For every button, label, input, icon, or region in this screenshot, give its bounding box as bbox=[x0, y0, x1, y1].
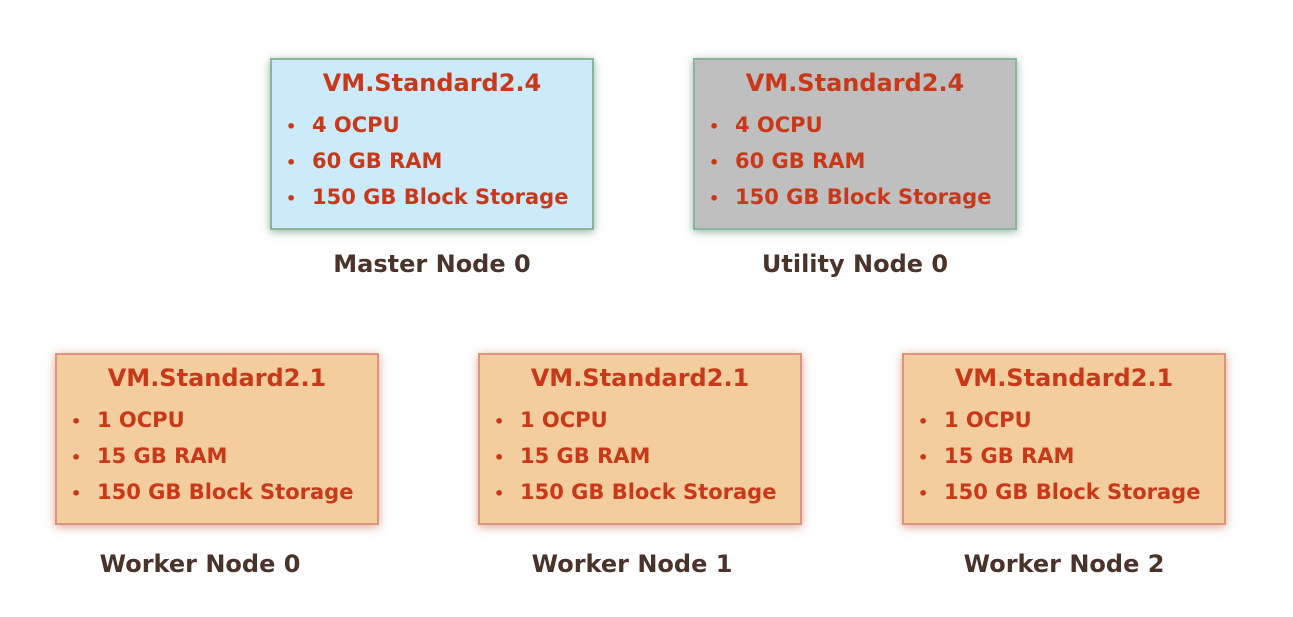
bullet-icon: • bbox=[71, 484, 82, 503]
bullet-icon: • bbox=[918, 412, 929, 431]
spec-ram: • 15 GB RAM bbox=[918, 439, 1200, 475]
vm-shape-title: VM.Standard2.1 bbox=[954, 364, 1174, 392]
spec-ram: • 60 GB RAM bbox=[709, 144, 991, 180]
bullet-icon: • bbox=[709, 117, 720, 136]
spec-list: • 1 OCPU • 15 GB RAM • 150 GB Block Storage bbox=[71, 403, 353, 511]
vm-shape-title: VM.Standard2.4 bbox=[745, 69, 965, 97]
utility-node-0-box: VM.Standard2.4 • 4 OCPU • 60 GB RAM • 150 G… bbox=[693, 58, 1017, 230]
spec-ocpu: • 1 OCPU bbox=[918, 403, 1200, 439]
bullet-icon: • bbox=[709, 189, 720, 208]
spec-list: • 4 OCPU • 60 GB RAM • 150 GB Block Storage bbox=[709, 108, 991, 216]
utility-node-0-label: Utility Node 0 bbox=[761, 250, 949, 278]
spec-ocpu: • 1 OCPU bbox=[71, 403, 353, 439]
bullet-icon: • bbox=[286, 189, 297, 208]
worker-node-2-box: VM.Standard2.1 • 1 OCPU • 15 GB RAM • 150 G… bbox=[902, 353, 1226, 525]
master-node-0-label: Master Node 0 bbox=[333, 250, 531, 278]
worker-node-1-box: VM.Standard2.1 • 1 OCPU • 15 GB RAM • 150 G… bbox=[478, 353, 802, 525]
vm-shape-title: VM.Standard2.1 bbox=[530, 364, 750, 392]
bullet-icon: • bbox=[71, 412, 82, 431]
spec-storage: • 150 GB Block Storage bbox=[709, 180, 991, 216]
spec-ocpu: • 4 OCPU bbox=[709, 108, 991, 144]
master-node-0-box: VM.Standard2.4 • 4 OCPU • 60 GB RAM • 150 G… bbox=[270, 58, 594, 230]
bullet-icon: • bbox=[71, 448, 82, 467]
vm-shape-title: VM.Standard2.1 bbox=[107, 364, 327, 392]
spec-list: • 4 OCPU • 60 GB RAM • 150 GB Block Storage bbox=[286, 108, 568, 216]
spec-storage: • 150 GB Block Storage bbox=[71, 475, 353, 511]
worker-node-0-label: Worker Node 0 bbox=[99, 550, 301, 578]
bullet-icon: • bbox=[494, 448, 505, 467]
spec-ram: • 60 GB RAM bbox=[286, 144, 568, 180]
bullet-icon: • bbox=[286, 117, 297, 136]
bullet-icon: • bbox=[286, 153, 297, 172]
spec-storage: • 150 GB Block Storage bbox=[286, 180, 568, 216]
spec-ram: • 15 GB RAM bbox=[494, 439, 776, 475]
bullet-icon: • bbox=[918, 484, 929, 503]
spec-storage: • 150 GB Block Storage bbox=[918, 475, 1200, 511]
spec-storage: • 150 GB Block Storage bbox=[494, 475, 776, 511]
spec-ocpu: • 1 OCPU bbox=[494, 403, 776, 439]
worker-node-1-label: Worker Node 1 bbox=[531, 550, 733, 578]
spec-list: • 1 OCPU • 15 GB RAM • 150 GB Block Storage bbox=[494, 403, 776, 511]
bullet-icon: • bbox=[709, 153, 720, 172]
bullet-icon: • bbox=[494, 412, 505, 431]
spec-ocpu: • 4 OCPU bbox=[286, 108, 568, 144]
worker-node-0-box: VM.Standard2.1 • 1 OCPU • 15 GB RAM • 150 G… bbox=[55, 353, 379, 525]
spec-list: • 1 OCPU • 15 GB RAM • 150 GB Block Storage bbox=[918, 403, 1200, 511]
bullet-icon: • bbox=[918, 448, 929, 467]
bullet-icon: • bbox=[494, 484, 505, 503]
spec-ram: • 15 GB RAM bbox=[71, 439, 353, 475]
vm-shape-title: VM.Standard2.4 bbox=[322, 69, 542, 97]
worker-node-2-label: Worker Node 2 bbox=[963, 550, 1165, 578]
